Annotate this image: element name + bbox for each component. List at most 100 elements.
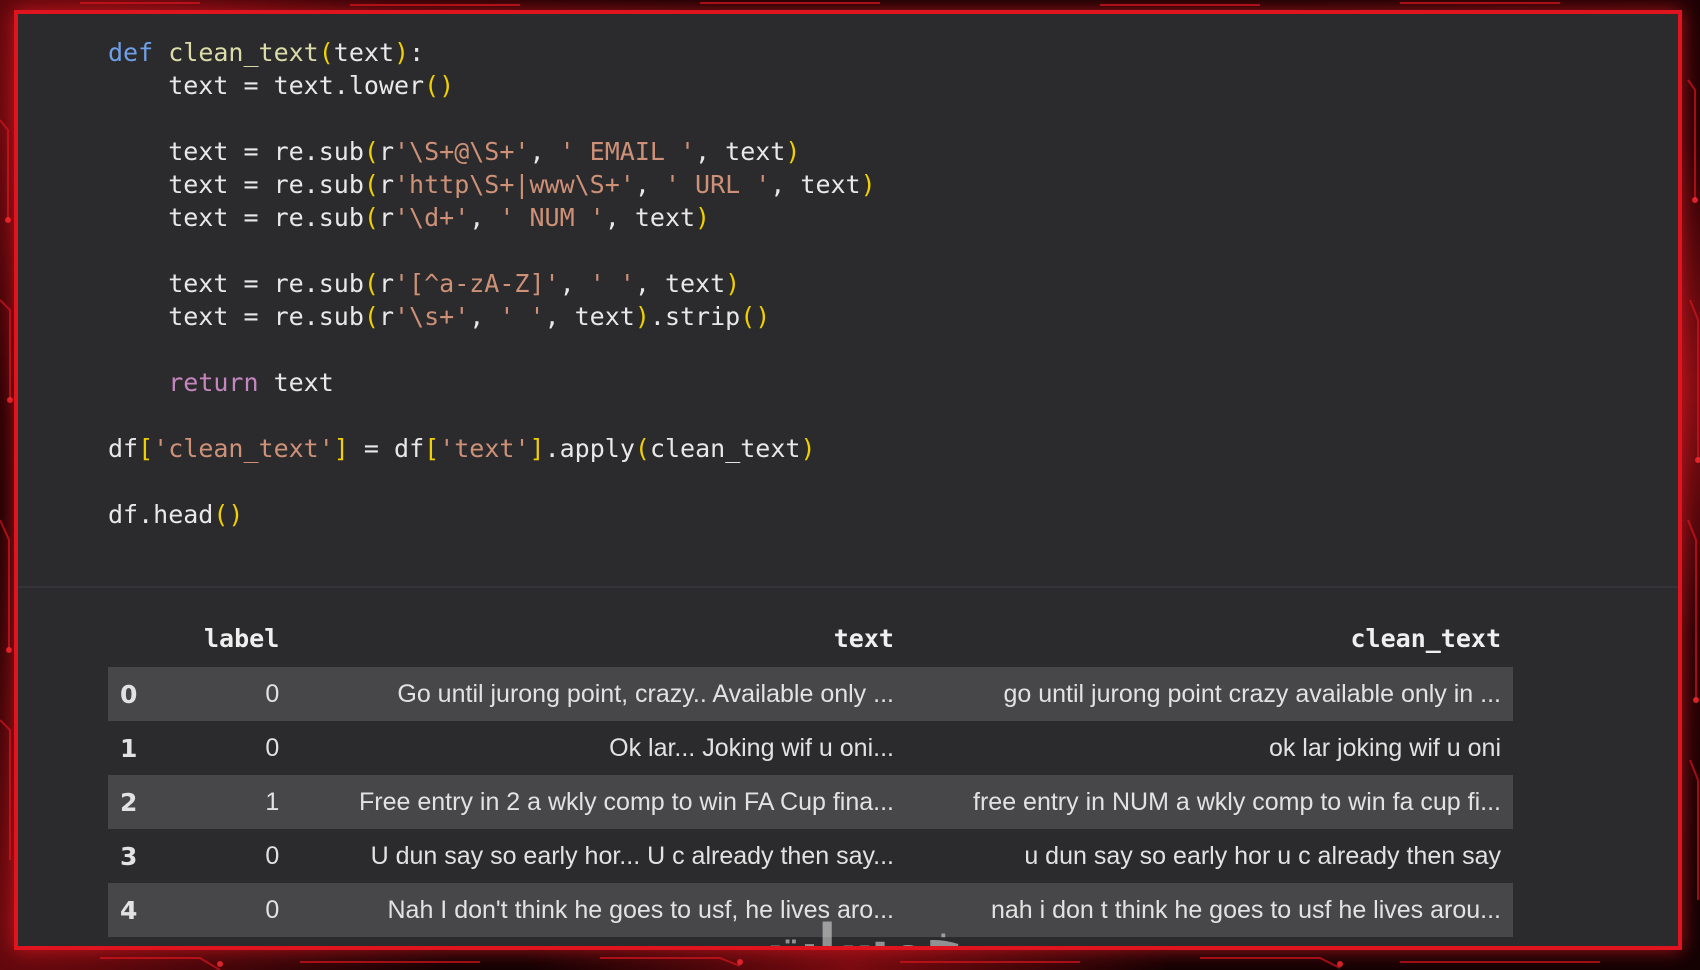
code-token: (): [424, 71, 455, 100]
code-token: ): [725, 269, 741, 298]
code-line: text = re.sub(r'http\S+|www\S+', ' URL '…: [108, 168, 876, 201]
row-index: 2: [120, 787, 138, 817]
code-line: def clean_text(text):: [108, 36, 876, 69]
code-token: , text: [634, 269, 726, 298]
code-token: , text: [770, 170, 861, 199]
code-token: ,: [469, 203, 500, 232]
code-line: text = text.lower(): [108, 69, 876, 102]
code-token: 'clean_text': [153, 434, 334, 463]
table-row: 3 0 U dun say so early hor... U c alread…: [108, 829, 1513, 883]
code-token: ): [860, 170, 876, 199]
code-token: ]: [529, 434, 545, 463]
cell-label: 0: [265, 733, 280, 762]
code-token: text = text.lower: [108, 71, 425, 100]
code-line: df['clean_text'] = df['text'].apply(clea…: [108, 432, 876, 465]
code-token: clean_text: [168, 38, 319, 67]
code-token: return: [168, 368, 259, 397]
code-line: text = re.sub(r'\S+@\S+', ' EMAIL ', tex…: [108, 135, 876, 168]
code-token: .strip: [649, 302, 741, 331]
column-header-label: label: [204, 623, 280, 653]
code-token: ,: [634, 170, 665, 199]
code-token: r: [378, 269, 394, 298]
code-token: r: [378, 302, 394, 331]
code-token: ,: [559, 269, 590, 298]
cell-clean-text: nah i don t think he goes to usf he live…: [990, 895, 1501, 924]
output-separator: [18, 586, 1678, 588]
code-token: df: [108, 434, 139, 463]
notebook-cell: def clean_text(text): text = text.lower(…: [14, 10, 1682, 950]
cell-label: 0: [265, 679, 280, 708]
code-token: text: [333, 38, 395, 67]
cell-label: 0: [265, 841, 280, 870]
code-token: ): [695, 203, 711, 232]
code-token: ' NUM ': [499, 203, 605, 232]
code-token: ): [800, 434, 816, 463]
code-token: text = re.sub: [108, 170, 364, 199]
code-token: ' ': [589, 269, 635, 298]
code-line: df.head(): [108, 498, 876, 531]
code-token: ): [785, 137, 801, 166]
column-header-index: [108, 609, 192, 667]
code-line: text = re.sub(r'\d+', ' NUM ', text): [108, 201, 876, 234]
code-token: '[^a-zA-Z]': [394, 269, 560, 298]
code-token: 'text': [439, 434, 530, 463]
code-line: return text: [108, 366, 876, 399]
code-token: ' ': [499, 302, 545, 331]
table-row: 1 0 Ok lar... Joking wif u oni... ok lar…: [108, 721, 1513, 775]
code-editor[interactable]: def clean_text(text): text = text.lower(…: [108, 36, 876, 531]
code-token: .apply: [544, 434, 635, 463]
cell-clean-text: u dun say so early hor u c already then …: [1024, 841, 1501, 870]
code-token: '\s+': [394, 302, 470, 331]
row-index: 1: [120, 733, 138, 763]
table-row: 0 0 Go until jurong point, crazy.. Avail…: [108, 667, 1513, 721]
code-token: (): [213, 500, 244, 529]
column-header-text: text: [833, 623, 894, 653]
code-token: (: [363, 137, 379, 166]
code-token: df.head: [108, 500, 214, 529]
code-token: , text: [695, 137, 786, 166]
cell-label: 1: [265, 787, 280, 816]
row-index: 0: [120, 679, 138, 709]
code-token: ,: [529, 137, 560, 166]
code-token: ): [394, 38, 410, 67]
code-token: ,: [469, 302, 500, 331]
cell-text: Free entry in 2 a wkly comp to win FA Cu…: [359, 787, 894, 816]
code-token: text = re.sub: [108, 269, 364, 298]
watermark-logo: خمسات: [766, 914, 964, 950]
cell-text: Ok lar... Joking wif u oni...: [609, 733, 894, 762]
code-line: text = re.sub(r'[^a-zA-Z]', ' ', text): [108, 267, 876, 300]
cell-clean-text: go until jurong point crazy available on…: [1003, 679, 1501, 708]
code-line: text = re.sub(r'\s+', ' ', text).strip(): [108, 300, 876, 333]
code-token: def: [108, 38, 154, 67]
code-token: '\S+@\S+': [394, 137, 530, 166]
cell-clean-text: ok lar joking wif u oni: [1268, 733, 1501, 762]
cell-clean-text: free entry in NUM a wkly comp to win fa …: [973, 787, 1501, 816]
code-token: ]: [333, 434, 349, 463]
code-token: '\d+': [394, 203, 470, 232]
code-token: 'http\S+|www\S+': [394, 170, 635, 199]
code-token: clean_text: [649, 434, 801, 463]
cell-label: 0: [265, 895, 280, 924]
row-index: 3: [120, 841, 138, 871]
table-row: 2 1 Free entry in 2 a wkly comp to win F…: [108, 775, 1513, 829]
code-token: [: [138, 434, 154, 463]
code-token: text = re.sub: [108, 137, 364, 166]
code-token: ' URL ': [664, 170, 771, 199]
code-token: (: [363, 203, 379, 232]
code-token: , text: [544, 302, 635, 331]
cell-text: Go until jurong point, crazy.. Available…: [397, 679, 894, 708]
code-token: (: [363, 269, 379, 298]
code-token: r: [378, 203, 394, 232]
row-index: 4: [120, 895, 138, 925]
code-token: :: [409, 38, 425, 67]
code-token: (: [363, 170, 379, 199]
code-token: (: [318, 38, 334, 67]
code-token: ' EMAIL ': [559, 137, 696, 166]
